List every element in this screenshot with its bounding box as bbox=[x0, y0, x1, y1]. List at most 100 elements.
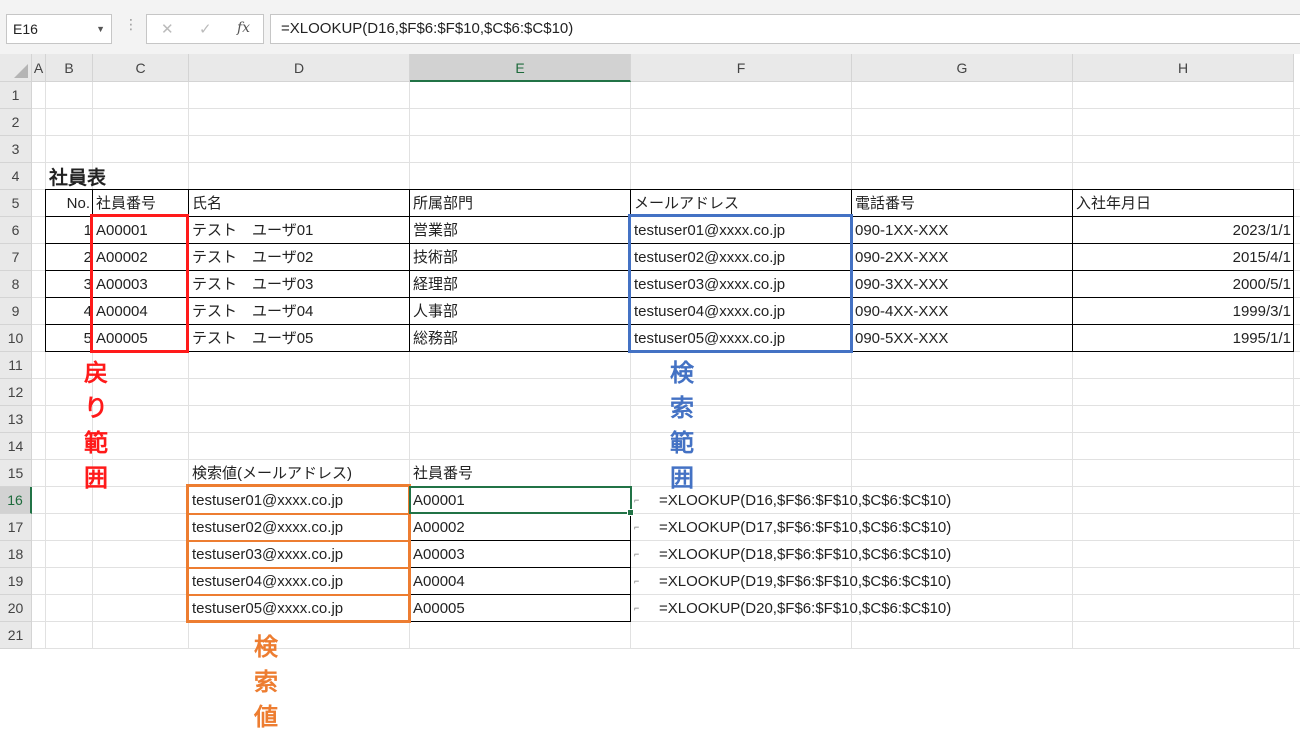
table-cell-name[interactable]: テスト ユーザ03 bbox=[192, 271, 407, 298]
row-header-1[interactable]: 1 bbox=[0, 82, 32, 109]
column-header-e[interactable]: E bbox=[410, 54, 631, 82]
table-cell-dept[interactable]: 人事部 bbox=[413, 298, 628, 325]
gridline bbox=[32, 648, 1300, 649]
lookup-header-search-value[interactable]: 検索値(メールアドレス) bbox=[192, 460, 407, 487]
table-cell-date[interactable]: 2000/5/1 bbox=[1076, 271, 1291, 298]
table-cell-name[interactable]: テスト ユーザ01 bbox=[192, 217, 407, 244]
search-range-label: 検索範囲 bbox=[670, 360, 694, 492]
sheet-title[interactable]: 社員表 bbox=[49, 163, 189, 190]
formula-text-cell[interactable]: =XLOOKUP(D16,$F$6:$F$10,$C$6:$C$10) bbox=[659, 487, 1059, 514]
table-line bbox=[410, 567, 631, 568]
table-cell-dept[interactable]: 総務部 bbox=[413, 325, 628, 352]
table-cell-dept[interactable]: 営業部 bbox=[413, 217, 628, 244]
table-cell-phone[interactable]: 090-1XX-XXX bbox=[855, 217, 1070, 244]
table-cell-no[interactable]: 4 bbox=[47, 298, 92, 325]
formula-text-cell[interactable]: =XLOOKUP(D17,$F$6:$F$10,$C$6:$C$10) bbox=[659, 514, 1059, 541]
row-header-8[interactable]: 8 bbox=[0, 271, 32, 298]
row-header-19[interactable]: 19 bbox=[0, 568, 32, 595]
row-header-3[interactable]: 3 bbox=[0, 136, 32, 163]
formula-text-cell[interactable]: =XLOOKUP(D20,$F$6:$F$10,$C$6:$C$10) bbox=[659, 595, 1059, 622]
formula-indicator-icon: ⌐ bbox=[634, 522, 640, 532]
table-cell-date[interactable]: 2015/4/1 bbox=[1076, 244, 1291, 271]
table-cell-name[interactable]: テスト ユーザ02 bbox=[192, 244, 407, 271]
search-value-highlight bbox=[186, 484, 411, 623]
cancel-icon[interactable]: ✕ bbox=[161, 20, 174, 38]
formula-input[interactable]: =XLOOKUP(D16,$F$6:$F$10,$C$6:$C$10) bbox=[270, 14, 1300, 44]
search-value-label: 検索値 bbox=[254, 634, 278, 731]
gridline bbox=[32, 135, 1300, 136]
column-header-d[interactable]: D bbox=[189, 54, 410, 82]
search-value-line bbox=[189, 594, 410, 596]
table-cell-date[interactable]: 1995/1/1 bbox=[1076, 325, 1291, 352]
name-box-value: E16 bbox=[13, 21, 38, 37]
table-cell-date[interactable]: 2023/1/1 bbox=[1076, 217, 1291, 244]
table-line bbox=[409, 190, 410, 352]
search-value-line bbox=[189, 567, 410, 569]
column-header-c[interactable]: C bbox=[93, 54, 189, 82]
row-header-11[interactable]: 11 bbox=[0, 352, 32, 379]
table-cell-no[interactable]: 5 bbox=[47, 325, 92, 352]
table-cell-phone[interactable]: 090-5XX-XXX bbox=[855, 325, 1070, 352]
table-cell-name[interactable]: テスト ユーザ04 bbox=[192, 298, 407, 325]
selected-cell-e16[interactable] bbox=[409, 486, 634, 516]
table-cell-phone[interactable]: 090-2XX-XXX bbox=[855, 244, 1070, 271]
table-cell-no[interactable]: 3 bbox=[47, 271, 92, 298]
column-header-b[interactable]: B bbox=[46, 54, 93, 82]
table-line bbox=[1072, 190, 1073, 352]
row-header-17[interactable]: 17 bbox=[0, 514, 32, 541]
drag-handle-icon[interactable]: ⋮ bbox=[124, 16, 138, 33]
row-header-14[interactable]: 14 bbox=[0, 433, 32, 460]
row-header-18[interactable]: 18 bbox=[0, 541, 32, 568]
formula-indicator-icon: ⌐ bbox=[634, 549, 640, 559]
column-header-h[interactable]: H bbox=[1073, 54, 1294, 82]
formula-indicator-icon: ⌐ bbox=[634, 603, 640, 613]
enter-icon[interactable]: ✓ bbox=[199, 20, 212, 38]
row-header-21[interactable]: 21 bbox=[0, 622, 32, 649]
table-header-cell[interactable]: 電話番号 bbox=[855, 190, 1070, 217]
row-header-4[interactable]: 4 bbox=[0, 163, 32, 190]
table-cell-no[interactable]: 2 bbox=[47, 244, 92, 271]
gridline bbox=[32, 378, 1300, 379]
row-header-15[interactable]: 15 bbox=[0, 460, 32, 487]
gridline bbox=[32, 432, 1300, 433]
table-header-cell[interactable]: No. bbox=[49, 190, 90, 217]
gridline bbox=[45, 82, 46, 649]
table-header-cell[interactable]: メールアドレス bbox=[634, 190, 849, 217]
chevron-down-icon[interactable]: ▼ bbox=[96, 15, 105, 43]
row-header-7[interactable]: 7 bbox=[0, 244, 32, 271]
table-header-cell[interactable]: 氏名 bbox=[192, 190, 407, 217]
table-cell-no[interactable]: 1 bbox=[47, 217, 92, 244]
row-header-10[interactable]: 10 bbox=[0, 325, 32, 352]
column-header-g[interactable]: G bbox=[852, 54, 1073, 82]
lookup-header-employee-id[interactable]: 社員番号 bbox=[413, 460, 628, 487]
row-header-6[interactable]: 6 bbox=[0, 217, 32, 244]
row-header-2[interactable]: 2 bbox=[0, 109, 32, 136]
select-all-corner[interactable] bbox=[0, 54, 32, 82]
table-cell-phone[interactable]: 090-4XX-XXX bbox=[855, 298, 1070, 325]
return-range-label: 戻り範囲 bbox=[84, 360, 108, 492]
formula-text-cell[interactable]: =XLOOKUP(D18,$F$6:$F$10,$C$6:$C$10) bbox=[659, 541, 1059, 568]
row-header-20[interactable]: 20 bbox=[0, 595, 32, 622]
table-cell-name[interactable]: テスト ユーザ05 bbox=[192, 325, 407, 352]
column-header-f[interactable]: F bbox=[631, 54, 852, 82]
table-cell-dept[interactable]: 経理部 bbox=[413, 271, 628, 298]
row-header-13[interactable]: 13 bbox=[0, 406, 32, 433]
row-header-5[interactable]: 5 bbox=[0, 190, 32, 217]
table-header-cell[interactable]: 所属部門 bbox=[413, 190, 628, 217]
name-box[interactable]: E16 ▼ bbox=[6, 14, 112, 44]
column-header-a[interactable]: A bbox=[32, 54, 46, 82]
row-header-16[interactable]: 16 bbox=[0, 487, 32, 514]
insert-function-icon[interactable]: fx bbox=[237, 20, 250, 36]
search-value-line bbox=[189, 540, 410, 542]
table-line bbox=[410, 540, 631, 541]
formula-text-cell[interactable]: =XLOOKUP(D19,$F$6:$F$10,$C$6:$C$10) bbox=[659, 568, 1059, 595]
formula-bar: E16 ▼ ⋮ ✕ ✓ fx =XLOOKUP(D16,$F$6:$F$10,$… bbox=[0, 0, 1300, 54]
row-header-12[interactable]: 12 bbox=[0, 379, 32, 406]
table-header-cell[interactable]: 社員番号 bbox=[96, 190, 186, 217]
table-cell-dept[interactable]: 技術部 bbox=[413, 244, 628, 271]
row-header-9[interactable]: 9 bbox=[0, 298, 32, 325]
gridline bbox=[32, 108, 1300, 109]
table-cell-phone[interactable]: 090-3XX-XXX bbox=[855, 271, 1070, 298]
table-cell-date[interactable]: 1999/3/1 bbox=[1076, 298, 1291, 325]
table-header-cell[interactable]: 入社年月日 bbox=[1076, 190, 1291, 217]
